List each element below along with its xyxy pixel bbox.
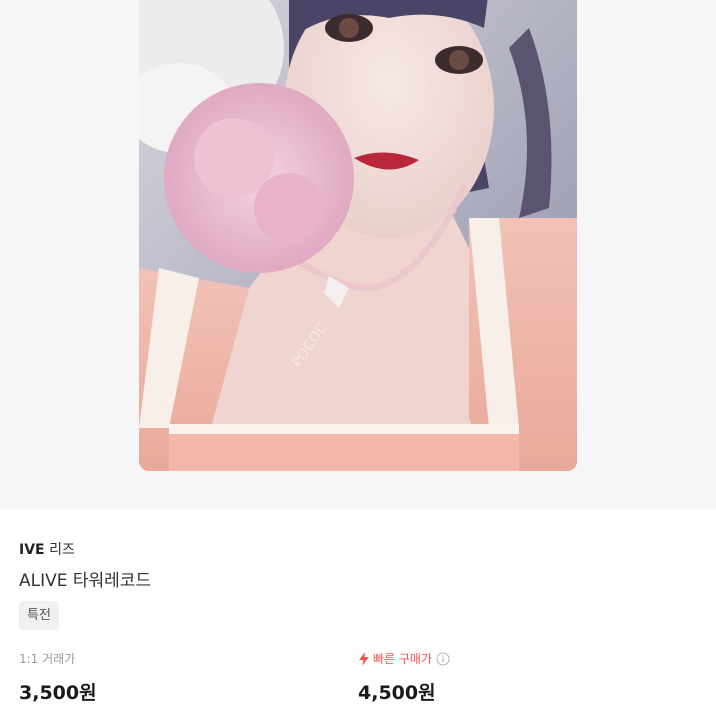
fast-buy-price-block: 빠른 구매가 4,500원 <box>358 650 450 705</box>
product-photo[interactable]: POCOC <box>139 0 577 471</box>
artist-member[interactable]: 리즈 <box>49 542 75 558</box>
info-circle-icon[interactable] <box>436 652 450 666</box>
product-image-area: POCOC <box>0 0 716 509</box>
fast-buy-label: 빠른 구매가 <box>373 652 433 666</box>
fast-buy-label-row: 빠른 구매가 <box>358 650 450 668</box>
photocard-image: POCOC <box>139 0 577 471</box>
trade-price-label: 1:1 거래가 <box>19 652 76 666</box>
tag-badge: 특전 <box>19 601 59 630</box>
fast-buy-price-value: 4,500원 <box>358 682 436 704</box>
lightning-bolt-icon <box>358 652 370 666</box>
trade-price-block: 1:1 거래가 3,500원 <box>19 650 97 705</box>
artist-group[interactable]: IVE <box>19 542 45 558</box>
artist-line: IVE 리즈 <box>19 539 75 559</box>
trade-price-value: 3,500원 <box>19 682 97 704</box>
product-title: ALIVE 타워레코드 <box>19 571 152 591</box>
